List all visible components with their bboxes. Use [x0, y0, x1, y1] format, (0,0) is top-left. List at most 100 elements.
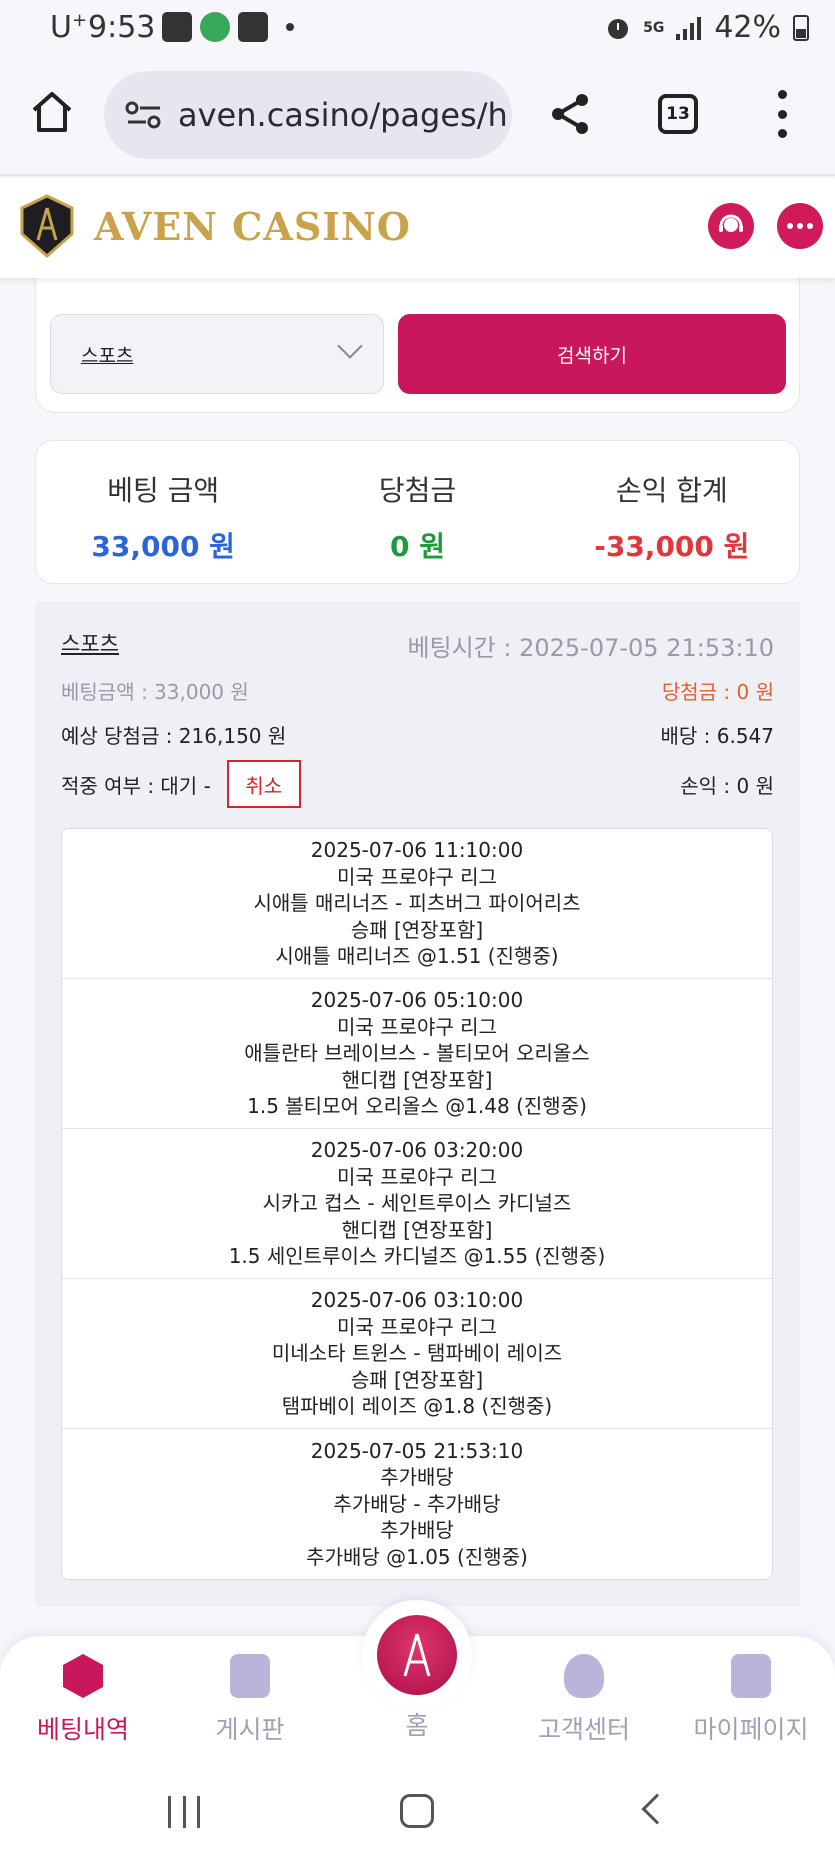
game-league: 미국 프로야구 리그 [337, 1014, 497, 1039]
nav-customer-center[interactable]: 고객센터 [514, 1654, 654, 1746]
game-datetime: 2025-07-05 21:53:10 [310, 1438, 524, 1463]
nav-label: 게시판 [215, 1715, 285, 1744]
status-row: 적중 여부 : 대기 - 취소 손익 : 0 원 [61, 760, 774, 808]
recent-apps-icon[interactable] [168, 1796, 200, 1828]
game-league: 미국 프로야구 리그 [337, 1314, 497, 1339]
clock: 9:53 [88, 10, 156, 45]
nav-home-label[interactable]: 홈 [362, 1706, 472, 1742]
game-item: 2025-07-06 11:10:00 미국 프로야구 리그 시애틀 매리너즈 … [62, 829, 772, 979]
browser-menu-icon[interactable] [772, 90, 792, 138]
signal-icon [676, 16, 702, 40]
bet-profit: 손익 : 0 원 [680, 773, 774, 798]
system-navigation-bar [0, 1766, 835, 1862]
site-logo-text[interactable]: AVEN CASINO [94, 204, 411, 249]
tab-switcher-button[interactable]: 13 [658, 94, 698, 134]
battery-percent: 42% [714, 10, 781, 45]
carrier-label: U+ [50, 10, 88, 45]
game-match: 애틀란타 브레이브스 - 볼티모어 오리올스 [244, 1041, 590, 1066]
chevron-down-icon [337, 333, 363, 359]
game-match: 시카고 컵스 - 세인트루이스 카디널즈 [262, 1191, 572, 1216]
expected-winnings: 예상 당첨금 : 216,150 원 [61, 724, 287, 748]
site-settings-icon[interactable] [124, 100, 164, 130]
game-market: 추가배당 [380, 1518, 454, 1543]
nav-label: 마이페이지 [693, 1715, 809, 1744]
summary-bet-amount: 베팅 금액 33,000 원 [36, 441, 290, 583]
system-icons: 5G 42% [605, 10, 809, 45]
bet-category[interactable]: 스포츠 [61, 628, 119, 658]
game-pick: 시애틀 매리너즈 @1.51 (진행중) [275, 944, 559, 969]
browser-toolbar: aven.casino/pages/h 13 [0, 54, 835, 176]
nav-home-button[interactable] [362, 1600, 472, 1710]
bottom-navigation: 베팅내역 게시판 홈 고객센터 마이페이지 [0, 1600, 835, 1766]
bet-history-icon [63, 1654, 103, 1698]
bet-time: 베팅시간 : 2025-07-05 21:53:10 [407, 634, 774, 662]
address-bar[interactable]: aven.casino/pages/h [104, 71, 512, 159]
nav-board[interactable]: 게시판 [180, 1654, 320, 1746]
summary-label: 베팅 금액 [107, 474, 220, 507]
game-list: 2025-07-06 11:10:00 미국 프로야구 리그 시애틀 매리너즈 … [61, 828, 773, 1580]
bet-amount-row: 베팅금액 : 33,000 원 당첨금 : 0 원 [61, 676, 774, 705]
mypage-icon [731, 1654, 771, 1698]
game-datetime: 2025-07-06 03:20:00 [310, 1138, 524, 1163]
game-item: 2025-07-05 21:53:10 추가배당 추가배당 - 추가배당 추가배… [62, 1429, 772, 1579]
category-select-value: 스포츠 [81, 344, 134, 367]
game-market: 핸디캡 [연장포함] [341, 1067, 493, 1092]
game-item: 2025-07-06 03:10:00 미국 프로야구 리그 미네소타 트윈스 … [62, 1279, 772, 1429]
nav-my-page[interactable]: 마이페이지 [681, 1654, 821, 1746]
game-league: 미국 프로야구 리그 [337, 864, 497, 889]
bet-summary: 베팅 금액 33,000 원 당첨금 0 원 손익 합계 -33,000 원 [35, 440, 800, 584]
game-item: 2025-07-06 05:10:00 미국 프로야구 리그 애틀란타 브레이브… [62, 979, 772, 1129]
summary-profit: 손익 합계 -33,000 원 [545, 441, 799, 583]
nav-label: 베팅내역 [36, 1715, 129, 1744]
site-header: AVEN CASINO [0, 178, 835, 278]
back-icon[interactable] [641, 1793, 673, 1825]
game-datetime: 2025-07-06 05:10:00 [310, 988, 524, 1013]
cancel-bet-button[interactable]: 취소 [226, 760, 301, 808]
support-button[interactable] [708, 203, 754, 249]
bet-detail-card: 스포츠 베팅시간 : 2025-07-05 21:53:10 베팅금액 : 33… [35, 602, 800, 1606]
game-pick: 1.5 세인트루이스 카디널즈 @1.55 (진행중) [228, 1244, 606, 1269]
game-datetime: 2025-07-06 11:10:00 [310, 838, 524, 863]
game-market: 승패 [연장포함] [350, 917, 484, 942]
nav-label: 고객센터 [537, 1715, 630, 1744]
search-button[interactable]: 검색하기 [398, 314, 786, 394]
share-icon[interactable] [546, 90, 594, 138]
summary-winnings: 당첨금 0 원 [290, 441, 544, 583]
browser-home-icon[interactable] [28, 88, 76, 136]
summary-label: 손익 합계 [615, 474, 728, 507]
game-item: 2025-07-06 03:20:00 미국 프로야구 리그 시카고 컵스 - … [62, 1129, 772, 1279]
chat-dots-icon [787, 223, 813, 229]
status-bar: U+ 9:53 5G 42% [0, 0, 835, 54]
kakao-notification-icon [200, 12, 230, 42]
nav-bet-history[interactable]: 베팅내역 [13, 1654, 153, 1746]
hit-status-group: 적중 여부 : 대기 - 취소 [61, 760, 301, 808]
url-text[interactable]: aven.casino/pages/h [178, 96, 508, 134]
system-home-icon[interactable] [400, 1794, 434, 1828]
summary-value: 0 원 [389, 530, 445, 563]
game-datetime: 2025-07-06 03:10:00 [310, 1288, 524, 1313]
game-league: 추가배당 [380, 1465, 454, 1490]
note-notification-icon [238, 12, 268, 42]
game-league: 미국 프로야구 리그 [337, 1164, 497, 1189]
hit-status: 적중 여부 : 대기 - [61, 773, 211, 798]
game-pick: 추가배당 @1.05 (진행중) [306, 1544, 528, 1569]
summary-label: 당첨금 [378, 474, 457, 507]
game-match: 미네소타 트윈스 - 탬파베이 레이즈 [271, 1341, 563, 1366]
game-pick: 1.5 볼티모어 오리올스 @1.48 (진행중) [247, 1094, 587, 1119]
notification-icons [162, 12, 294, 42]
category-select[interactable]: 스포츠 [50, 314, 384, 394]
aven-logo-emblem-icon[interactable] [20, 194, 74, 258]
summary-value: -33,000 원 [594, 530, 750, 563]
alarm-icon [608, 18, 629, 39]
total-odds: 배당 : 6.547 [660, 724, 774, 748]
more-notifications-dot [286, 23, 294, 31]
battery-icon [793, 14, 809, 41]
home-logo-icon [377, 1615, 457, 1695]
network-type: 5G [643, 19, 665, 36]
summary-value: 33,000 원 [91, 530, 235, 563]
search-panel: 스포츠 검색하기 [35, 260, 800, 413]
chat-button[interactable] [777, 203, 823, 249]
game-market: 핸디캡 [연장포함] [341, 1217, 493, 1242]
bet-amount: 베팅금액 : 33,000 원 [61, 680, 249, 704]
bet-winnings: 당첨금 : 0 원 [661, 680, 774, 704]
